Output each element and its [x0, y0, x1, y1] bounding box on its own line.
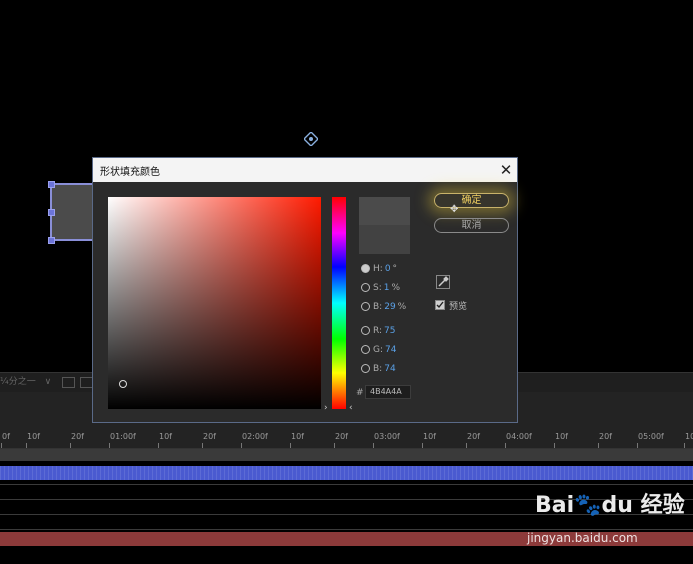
- preview-label: 预览: [449, 302, 468, 312]
- field-value-r[interactable]: 75: [384, 326, 395, 336]
- watermark-logo: Bai🐾du 经验: [535, 493, 685, 518]
- close-icon[interactable]: ✕: [495, 159, 517, 181]
- transform-handle[interactable]: [48, 181, 55, 188]
- hex-prefix: #: [356, 388, 364, 398]
- ruler-tick-label: 20f: [203, 432, 216, 441]
- mouse-cursor-icon: ✥: [450, 204, 459, 215]
- chevron-down-icon: ∨: [44, 377, 52, 387]
- snapshot-icon[interactable]: [62, 377, 75, 388]
- field-label: G:: [373, 345, 384, 355]
- field-row-r: R: 75: [361, 326, 395, 340]
- radio-b[interactable]: [361, 302, 370, 311]
- ruler-tick-label: 05:00f: [638, 432, 664, 441]
- field-label: B:: [373, 364, 383, 374]
- ruler-tick-mark: [373, 443, 374, 448]
- ruler-tick-label: 10f: [159, 432, 172, 441]
- current-color-swatch[interactable]: [359, 225, 410, 254]
- ruler-tick-label: 01:00f: [110, 432, 136, 441]
- ruler-tick-label: 20f: [335, 432, 348, 441]
- field-row-s: S: 1%: [361, 283, 400, 297]
- field-value-s[interactable]: 1: [384, 283, 390, 293]
- field-unit: °: [392, 264, 398, 274]
- preview-checkbox[interactable]: [435, 300, 445, 310]
- field-label: B:: [373, 302, 383, 312]
- shape-layer-rect[interactable]: [50, 183, 94, 241]
- watermark-url: jingyan.baidu.com: [527, 531, 638, 545]
- anchor-point-icon[interactable]: [303, 131, 319, 147]
- baidu-watermark: Bai🐾du 经验 jingyan.baidu.com: [527, 487, 685, 547]
- ruler-tick-label: 20f: [71, 432, 84, 441]
- cancel-button[interactable]: 取消: [434, 218, 509, 233]
- zoom-value: ¼分之一: [0, 377, 36, 387]
- ruler-tick-label: 20f: [467, 432, 480, 441]
- ruler-tick-mark: [158, 443, 159, 448]
- ruler-tick-mark: [422, 443, 423, 448]
- field-row-b: B: 29%: [361, 302, 406, 316]
- ruler-tick-mark: [202, 443, 203, 448]
- work-area-bar[interactable]: [0, 449, 693, 461]
- ok-button[interactable]: 确定: [434, 193, 509, 208]
- field-label: H:: [373, 264, 383, 274]
- transform-handle[interactable]: [48, 209, 55, 216]
- ruler-tick-mark: [554, 443, 555, 448]
- radio-s[interactable]: [361, 283, 370, 292]
- field-unit: %: [391, 283, 401, 293]
- hue-slider-arrow-icon[interactable]: ‹: [349, 403, 353, 413]
- radio-bl[interactable]: [361, 364, 370, 373]
- ruler-tick-mark: [241, 443, 242, 448]
- track-divider: [0, 484, 693, 485]
- transform-handle[interactable]: [48, 237, 55, 244]
- field-label: R:: [373, 326, 383, 336]
- ruler-tick-label: 10f: [27, 432, 40, 441]
- radio-r[interactable]: [361, 326, 370, 335]
- hue-slider[interactable]: [332, 197, 346, 409]
- ruler-tick-label: 02:00f: [242, 432, 268, 441]
- dialog-titlebar[interactable]: 形状填充颜色 ✕: [93, 158, 517, 182]
- field-value-h[interactable]: 0: [385, 264, 391, 274]
- saturation-brightness-field[interactable]: [108, 197, 321, 409]
- ruler-tick-mark: [334, 443, 335, 448]
- checkbox-icon: [436, 301, 444, 309]
- zoom-dropdown[interactable]: ¼分之一 ∨: [0, 375, 58, 389]
- ruler-tick-label: 10f: [291, 432, 304, 441]
- hue-slider-arrow-icon[interactable]: ›: [324, 403, 328, 413]
- time-ruler[interactable]: 0f 10f 20f 01:00f 10f 20f 02:00f 10f 20f 03:00f 10…: [0, 424, 693, 449]
- ruler-tick-mark: [109, 443, 110, 448]
- hex-input[interactable]: 4B4A4A: [365, 385, 411, 399]
- ruler-tick-mark: [26, 443, 27, 448]
- ruler-tick-mark: [290, 443, 291, 448]
- ruler-tick-label: 03:00f: [374, 432, 400, 441]
- field-row-h: H: 0 °: [361, 264, 397, 278]
- ruler-tick-mark: [466, 443, 467, 448]
- ruler-tick-mark: [637, 443, 638, 448]
- new-color-swatch: [359, 197, 410, 225]
- radio-g[interactable]: [361, 345, 370, 354]
- radio-h[interactable]: [361, 264, 370, 273]
- field-unit: %: [397, 302, 407, 312]
- ruler-tick-label: 20f: [599, 432, 612, 441]
- ruler-tick-label: 10: [685, 432, 693, 441]
- ruler-tick-label: 0f: [2, 432, 10, 441]
- dialog-title: 形状填充颜色: [100, 167, 160, 178]
- field-label: S:: [373, 283, 382, 293]
- field-value-b[interactable]: 29: [384, 302, 395, 312]
- ruler-tick-label: 10f: [423, 432, 436, 441]
- field-row-bl: B: 74: [361, 364, 396, 378]
- layer-duration-bar[interactable]: [0, 466, 693, 480]
- ruler-tick-mark: [505, 443, 506, 448]
- ruler-tick-label: 10f: [555, 432, 568, 441]
- field-value-g[interactable]: 74: [385, 345, 396, 355]
- ruler-tick-mark: [598, 443, 599, 448]
- ruler-tick-label: 04:00f: [506, 432, 532, 441]
- ruler-tick-mark: [684, 443, 685, 448]
- color-picker-dialog: 形状填充颜色 ✕ › ‹ 确定 ✥ 取消 # 4B4A4A 预览 H: 0 ° S: 1…: [92, 157, 518, 423]
- eyedropper-icon[interactable]: [436, 275, 450, 289]
- ruler-tick-mark: [70, 443, 71, 448]
- field-row-g: G: 74: [361, 345, 396, 359]
- field-value-bl[interactable]: 74: [384, 364, 395, 374]
- ruler-tick-mark: [1, 443, 2, 448]
- color-field-cursor[interactable]: [119, 380, 127, 388]
